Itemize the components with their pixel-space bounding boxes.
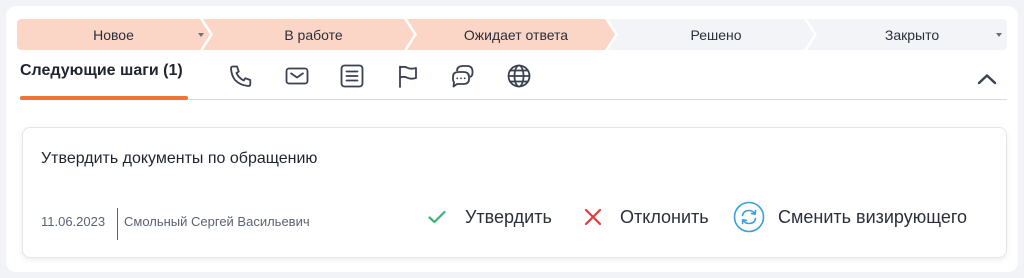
globe-icon[interactable] [506,63,532,89]
close-icon [583,207,603,227]
approve-label: Утвердить [465,206,552,227]
task-author: Смольный Сергей Васильевич [124,214,310,229]
status-pipeline: Новое В работе Ожидает ответа Решено Зак… [17,19,1007,50]
chat-icon[interactable] [450,63,476,89]
document-icon[interactable] [339,63,365,89]
stage-resolved[interactable]: Решено [618,19,814,50]
refresh-icon [733,201,765,233]
task-card: Утвердить документы по обращению 11.06.2… [22,127,1007,258]
chevron-down-icon[interactable] [996,33,1002,37]
reject-label: Отклонить [620,206,709,227]
change-approver-label: Сменить визирующего [778,206,968,227]
change-approver-button[interactable]: Сменить визирующего [733,201,968,233]
check-icon [427,209,447,225]
task-date: 11.06.2023 [41,214,106,229]
stage-awaiting-reply[interactable]: Ожидает ответа [417,19,615,50]
stage-new-label: Новое [93,26,134,43]
stage-closed[interactable]: Закрыто [817,19,1007,50]
meta-divider [117,208,118,240]
stage-closed-label: Закрыто [884,26,940,43]
stage-in-progress-label: В работе [284,26,343,43]
tab-next-steps[interactable]: Следующие шаги (1) [20,62,183,80]
stage-new[interactable]: Новое [17,19,210,50]
stage-in-progress[interactable]: В работе [213,19,414,50]
flag-icon[interactable] [395,63,421,89]
reject-button[interactable]: Отклонить [583,202,709,232]
mail-icon[interactable] [284,63,310,89]
stage-resolved-label: Решено [690,26,742,43]
approve-button[interactable]: Утвердить [427,202,552,232]
tab-next-steps-label: Следующие шаги (1) [20,62,183,79]
active-tab-indicator [20,96,188,100]
chevron-down-icon[interactable] [198,33,204,37]
chevron-up-icon[interactable] [976,72,998,86]
phone-icon[interactable] [228,63,254,89]
task-title: Утвердить документы по обращению [41,150,318,167]
stage-awaiting-reply-label: Ожидает ответа [463,26,569,43]
